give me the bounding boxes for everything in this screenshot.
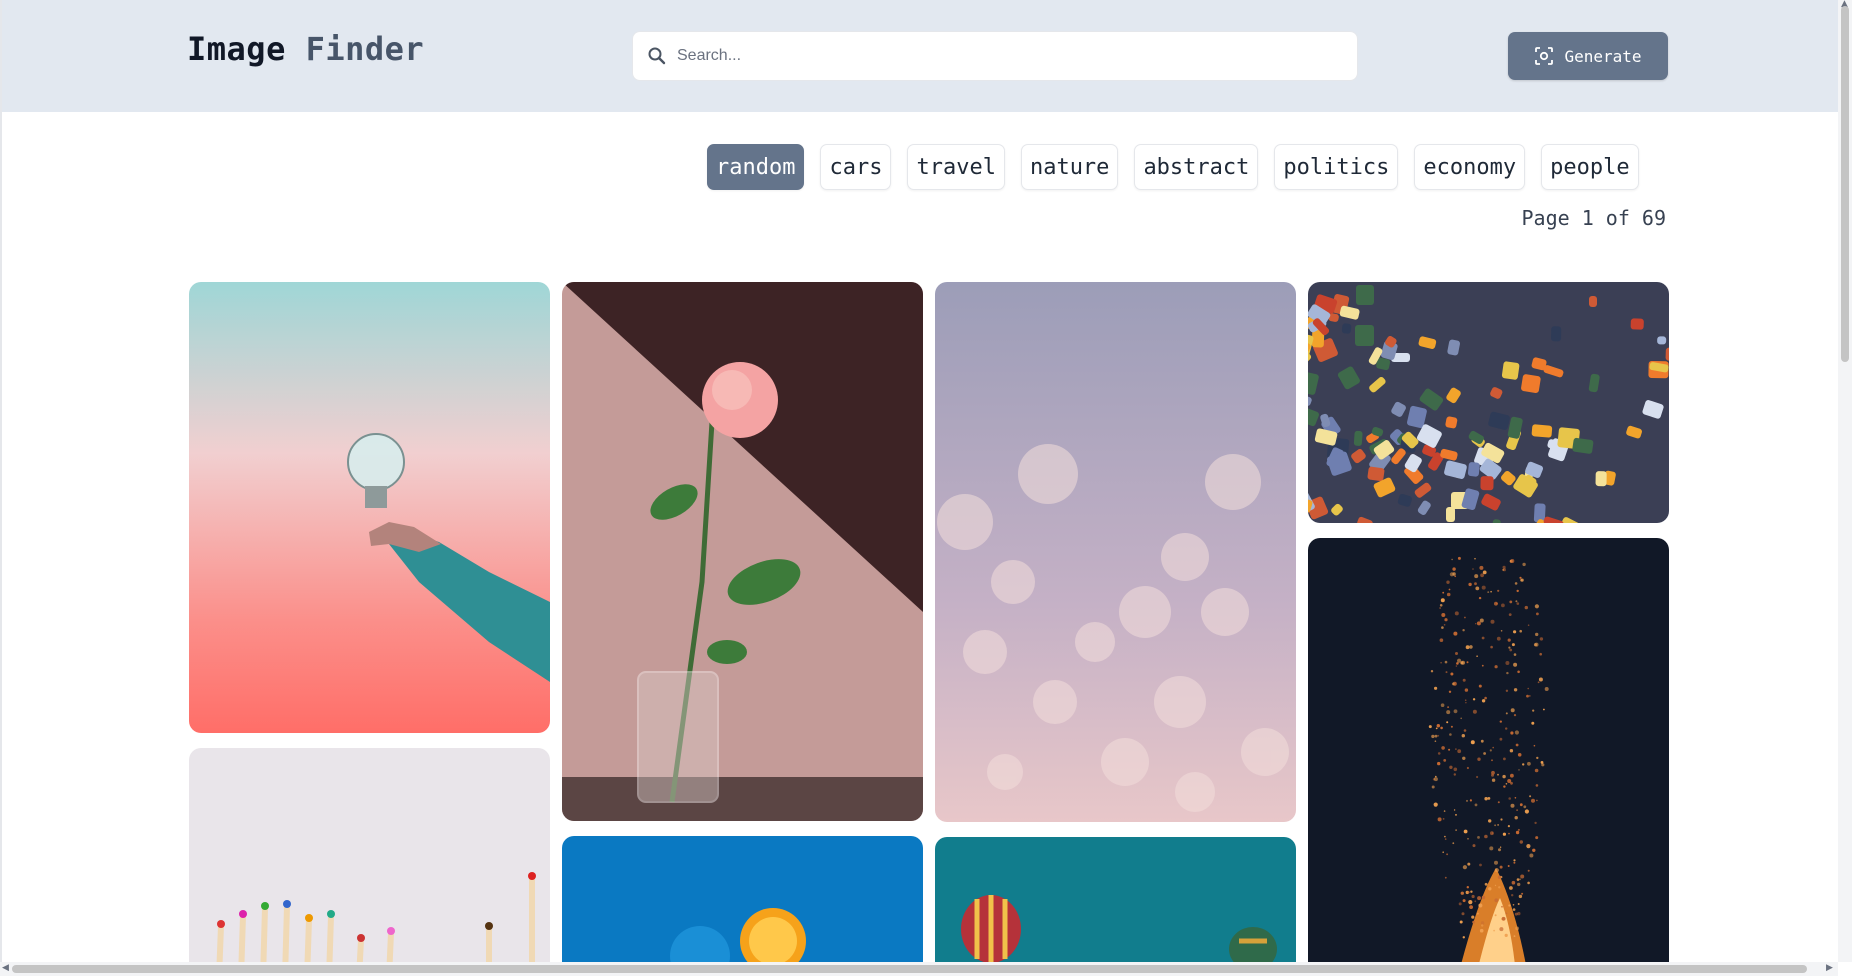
lightbulb-photo[interactable] — [189, 282, 550, 733]
category-chips: random cars travel nature abstract polit… — [707, 144, 1639, 190]
category-chip-nature[interactable]: nature — [1020, 144, 1119, 190]
top-header: Image Finder Generate — [2, 0, 1838, 112]
category-chip-cars[interactable]: cars — [820, 144, 892, 190]
scan-focus-icon — [1535, 47, 1554, 65]
category-chip-economy[interactable]: economy — [1414, 144, 1526, 190]
generate-label: Generate — [1564, 46, 1642, 66]
puzzle-photo[interactable] — [1308, 282, 1669, 523]
pencils-photo[interactable] — [189, 748, 550, 962]
generate-button[interactable]: Generate — [1508, 32, 1668, 80]
category-chip-travel[interactable]: travel — [907, 144, 1005, 190]
brand-word-finder: Finder — [305, 30, 425, 68]
balloons-photo[interactable] — [935, 837, 1296, 962]
orange-photo[interactable] — [562, 836, 923, 962]
vertical-scroll-thumb[interactable] — [1841, 6, 1849, 362]
category-chip-abstract[interactable]: abstract — [1134, 144, 1259, 190]
category-chip-politics[interactable]: politics — [1274, 144, 1399, 190]
rose-photo[interactable] — [562, 282, 923, 821]
brand-word-image: Image — [187, 30, 286, 68]
page-indicator: Page 1 of 69 — [1521, 206, 1667, 230]
search-input[interactable] — [675, 35, 1339, 77]
campfire-photo[interactable] — [1308, 538, 1669, 962]
search-bar[interactable] — [633, 32, 1357, 80]
scroll-right-icon[interactable]: ▶ — [1826, 963, 1833, 973]
app-logo[interactable]: Image Finder — [187, 30, 424, 68]
bokeh-photo[interactable] — [935, 282, 1296, 822]
page-viewport: Image Finder Generate random cars travel — [0, 0, 1838, 962]
horizontal-scrollbar[interactable]: ◀ ▶ — [0, 962, 1838, 976]
search-icon — [648, 47, 666, 65]
category-chip-people[interactable]: people — [1541, 144, 1639, 190]
horizontal-scroll-thumb[interactable] — [12, 965, 1807, 973]
category-chip-random[interactable]: random — [707, 144, 805, 190]
scroll-left-icon[interactable]: ◀ — [2, 963, 9, 973]
vertical-scrollbar[interactable]: ▲ — [1838, 0, 1852, 962]
